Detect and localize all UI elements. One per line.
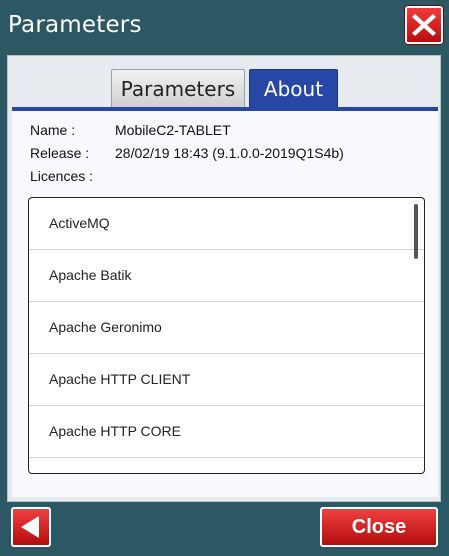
close-icon <box>412 14 436 36</box>
list-item-label: Apache HTTP CLIENT <box>49 371 191 387</box>
window-title: Parameters <box>8 12 142 38</box>
back-button[interactable] <box>11 507 51 547</box>
release-value: 28/02/19 18:43 (9.1.0.0-2019Q1S4b) <box>115 145 344 161</box>
back-arrow-icon <box>21 516 39 538</box>
list-item[interactable]: Apache Geronimo <box>29 302 424 354</box>
list-item[interactable]: ActiveMQ <box>29 198 424 250</box>
list-item-label: Apache HTTP CORE <box>49 423 182 439</box>
list-item[interactable]: Apache Batik <box>29 250 424 302</box>
about-content: Name : MobileC2-TABLET Release : 28/02/1… <box>12 111 438 497</box>
list-item-label: ActiveMQ <box>49 215 110 231</box>
licences-list[interactable]: ActiveMQ Apache Batik Apache Geronimo Ap… <box>28 197 425 474</box>
title-bar: Parameters <box>0 0 449 52</box>
close-button[interactable]: Close <box>320 507 438 547</box>
list-item-label: Apache Geronimo <box>49 319 162 335</box>
list-item[interactable]: Apache HTTP CORE <box>29 406 424 458</box>
tab-parameters[interactable]: Parameters <box>111 69 245 107</box>
release-label: Release : <box>30 145 90 161</box>
list-item[interactable] <box>29 458 424 473</box>
parameters-panel: Parameters About Name : MobileC2-TABLET … <box>7 55 441 502</box>
window-close-button[interactable] <box>405 6 443 44</box>
tab-about[interactable]: About <box>249 69 338 107</box>
list-item-label: Apache Batik <box>49 267 132 283</box>
licences-label: Licences : <box>30 168 94 184</box>
name-value: MobileC2-TABLET <box>115 122 231 138</box>
name-label: Name : <box>30 122 76 138</box>
list-scrollbar[interactable] <box>414 204 418 259</box>
list-item[interactable]: Apache HTTP CLIENT <box>29 354 424 406</box>
